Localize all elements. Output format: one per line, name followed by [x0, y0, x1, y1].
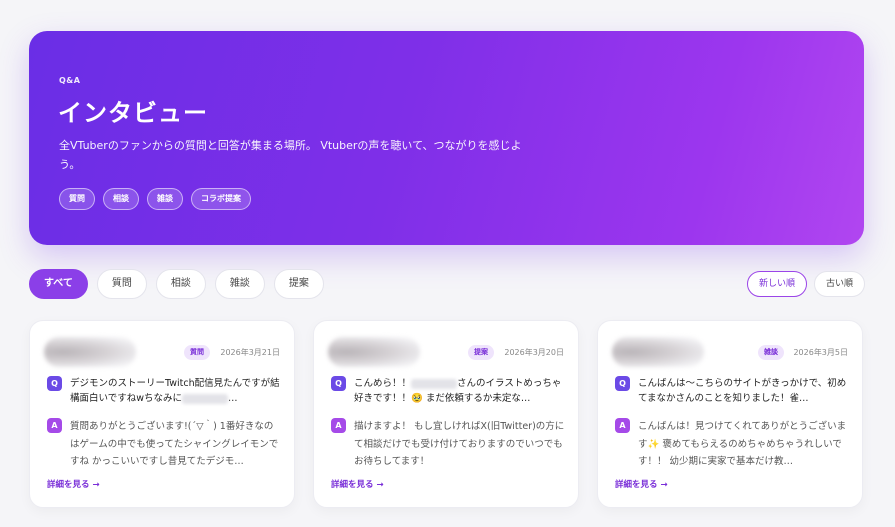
post-date: 2026年3月21日: [220, 348, 280, 357]
hero-tag-collab[interactable]: コラボ提案: [191, 188, 251, 210]
post-date: 2026年3月20日: [504, 348, 564, 357]
filter-question[interactable]: 質問: [96, 269, 147, 299]
sort-newest-button[interactable]: 新しい順: [746, 271, 807, 297]
answer-text: こんばんは！見つけてくれてありがとうございます✨ 褒めてもらえるのめちゃめちゃう…: [638, 421, 847, 467]
see-details-link[interactable]: 詳細を見る →: [331, 478, 384, 490]
avatar: [328, 337, 420, 367]
answer-icon: A: [47, 418, 62, 433]
category-badge: 提案: [468, 345, 494, 360]
qa-card[interactable]: 提案 2026年3月20日 Q こんめら！！ さんのイラストめっちゃ好きです！！🥹…: [313, 320, 579, 508]
avatar: [44, 337, 136, 367]
see-details-link[interactable]: 詳細を見る →: [47, 478, 100, 490]
redacted-name: [182, 393, 228, 404]
question-text: デジモンのストーリーTwitch配信見たんですが結構面白いですねwちなみに…: [70, 378, 280, 404]
page-title: インタビュー: [58, 99, 208, 127]
answer-text: 描けますよ！ もし宜しければX(旧Twitter)の方にて相談だけでも受け付けて…: [354, 421, 565, 467]
filter-all[interactable]: すべて: [29, 269, 88, 299]
category-badge: 雑談: [758, 345, 784, 360]
category-filter-bar: すべて 質問 相談 雑談 提案: [29, 269, 324, 299]
question-text: こんめら！！ さんのイラストめっちゃ好きです！！🥹 まだ依頼するか未定な…: [354, 378, 562, 404]
see-details-link[interactable]: 詳細を見る →: [615, 478, 668, 490]
qa-card[interactable]: 雑談 2026年3月5日 Q こんばんは〜こちらのサイトがきっかけで、初めてまな…: [597, 320, 863, 508]
answer-text: 質問ありがとうございます!(´▽｀) 1番好きなのはゲームの中でも使ってたシャイ…: [70, 421, 279, 467]
filter-proposal[interactable]: 提案: [273, 269, 324, 299]
hero-banner: Q&A インタビュー 全VTuberのファンからの質問と回答が集まる場所。 Vt…: [29, 31, 864, 245]
question-text: こんばんは〜こちらのサイトがきっかけで、初めてまなかさんのことを知りました！雀…: [638, 378, 847, 404]
qa-card[interactable]: 質問 2026年3月21日 Q デジモンのストーリーTwitch配信見たんですが…: [29, 320, 295, 508]
answer-icon: A: [331, 418, 346, 433]
hero-description: 全VTuberのファンからの質問と回答が集まる場所。 Vtuberの声を聴いて、…: [59, 139, 522, 171]
question-icon: Q: [331, 376, 346, 391]
question-icon: Q: [47, 376, 62, 391]
answer-icon: A: [615, 418, 630, 433]
sort-toggle: 新しい順 古い順: [746, 271, 865, 297]
post-date: 2026年3月5日: [793, 348, 848, 357]
question-icon: Q: [615, 376, 630, 391]
sort-oldest-button[interactable]: 古い順: [813, 271, 865, 297]
hero-tag-list: 質問 相談 雑談 コラボ提案: [59, 188, 251, 210]
hero-tag-consult[interactable]: 相談: [103, 188, 139, 210]
hero-tag-question[interactable]: 質問: [59, 188, 95, 210]
hero-eyebrow: Q&A: [59, 76, 81, 85]
avatar: [612, 337, 704, 367]
filter-chat[interactable]: 雑談: [214, 269, 265, 299]
filter-consult[interactable]: 相談: [155, 269, 206, 299]
hero-tag-chat[interactable]: 雑談: [147, 188, 183, 210]
category-badge: 質問: [184, 345, 210, 360]
redacted-name: [411, 378, 458, 389]
